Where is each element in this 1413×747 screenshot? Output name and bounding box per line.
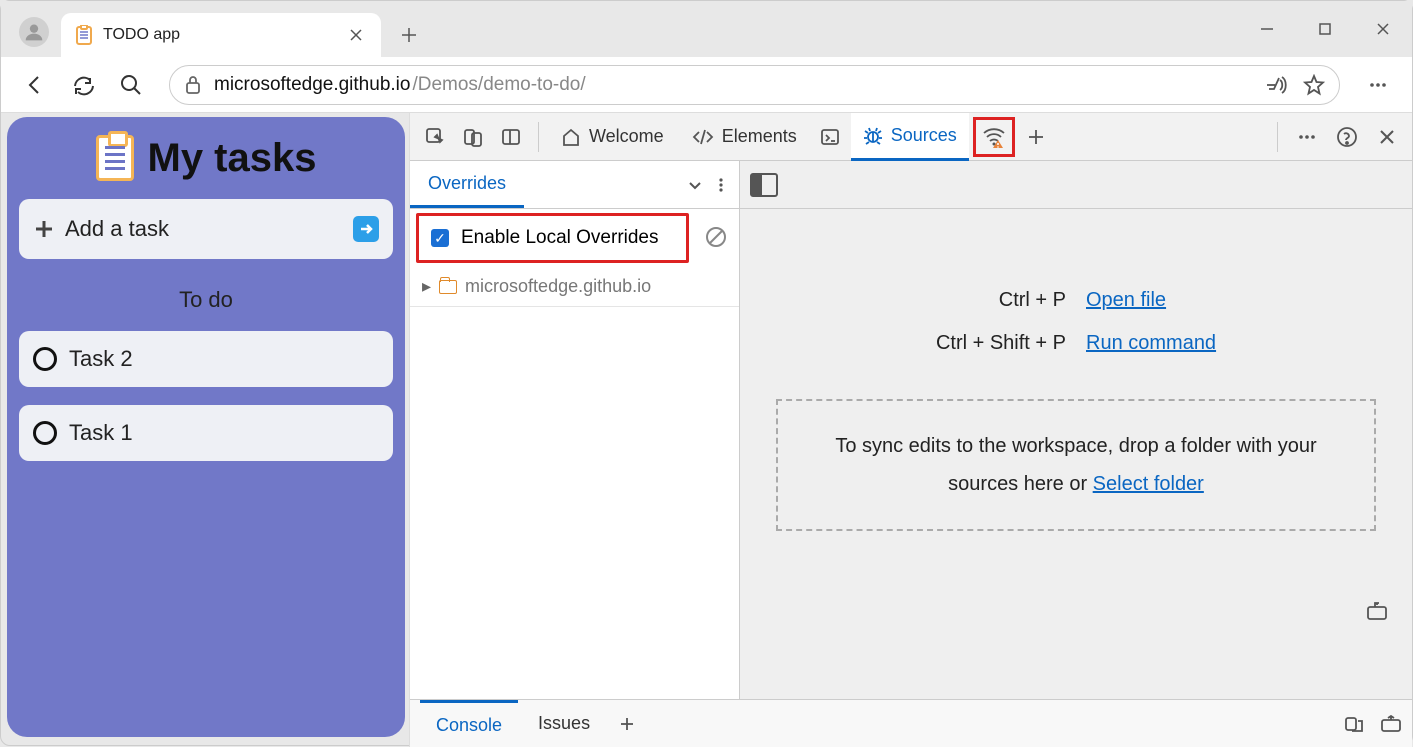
task-label: Task 1 — [69, 420, 133, 446]
browser-titlebar: TODO app — [1, 1, 1412, 57]
kebab-menu-icon[interactable] — [713, 177, 729, 193]
task-item[interactable]: Task 1 — [19, 405, 393, 461]
run-command-shortcut: Ctrl + Shift + P Run command — [911, 332, 1241, 355]
coverage-icon[interactable] — [1366, 601, 1390, 621]
override-domain-row[interactable]: ▸ microsoftedge.github.io — [410, 267, 739, 307]
open-file-link[interactable]: Open file — [1086, 289, 1241, 312]
url-path: /Demos/demo-to-do/ — [412, 74, 585, 96]
sources-editor-pane: Ctrl + P Open file Ctrl + Shift + P Run … — [740, 161, 1412, 699]
tab-elements[interactable]: Elements — [680, 113, 809, 161]
bug-icon — [863, 125, 883, 145]
devtools-more-icon[interactable] — [1290, 120, 1324, 154]
tab-close-icon[interactable] — [345, 24, 367, 46]
section-label: To do — [19, 287, 393, 313]
folder-icon — [439, 280, 457, 294]
more-menu-button[interactable] — [1358, 65, 1398, 105]
drawer-expand-icon[interactable] — [1380, 715, 1402, 733]
address-bar[interactable]: microsoftedge.github.io/Demos/demo-to-do… — [169, 65, 1340, 105]
caret-right-icon: ▸ — [422, 276, 431, 297]
tab-title: TODO app — [103, 26, 335, 44]
open-file-shortcut: Ctrl + P Open file — [911, 289, 1241, 312]
back-button[interactable] — [15, 65, 55, 105]
submit-task-button[interactable] — [353, 216, 379, 242]
window-controls — [1238, 1, 1412, 57]
browser-toolbar: microsoftedge.github.io/Demos/demo-to-do… — [1, 57, 1412, 113]
drawer-tab-console[interactable]: Console — [420, 700, 518, 747]
navigator-tabs: Overrides — [410, 161, 739, 209]
overrides-tab[interactable]: Overrides — [410, 161, 524, 208]
lock-icon — [184, 75, 202, 95]
search-button[interactable] — [111, 65, 151, 105]
devtools-body: Overrides ✓ Enable Local Overrides ▸ — [410, 161, 1412, 699]
code-icon — [692, 127, 714, 147]
content-area: My tasks Add a task To do Task 2 Task 1 … — [1, 113, 1412, 747]
toggle-navigator-icon[interactable] — [750, 173, 778, 197]
chevron-down-icon[interactable] — [687, 177, 703, 193]
clipboard-icon — [75, 25, 93, 45]
clear-overrides-icon[interactable] — [705, 226, 729, 250]
console-shortcut-icon[interactable] — [813, 120, 847, 154]
minimize-button[interactable] — [1238, 9, 1296, 49]
help-icon[interactable] — [1330, 120, 1364, 154]
read-aloud-icon[interactable] — [1265, 74, 1287, 96]
devtools-close-icon[interactable] — [1370, 120, 1404, 154]
favorites-icon[interactable] — [1303, 74, 1325, 96]
new-tab-button[interactable] — [389, 15, 429, 55]
dock-side-icon[interactable] — [494, 120, 528, 154]
clipboard-icon — [96, 135, 134, 181]
todo-header: My tasks — [19, 135, 393, 181]
profile-avatar[interactable] — [19, 17, 49, 47]
overrides-label: Enable Local Overrides — [461, 227, 659, 249]
home-icon — [561, 127, 581, 147]
domain-label: microsoftedge.github.io — [465, 276, 651, 297]
devtools-tabbar: Welcome Elements Sources — [410, 113, 1412, 161]
select-folder-link[interactable]: Select folder — [1093, 473, 1204, 495]
device-toolbar-icon[interactable] — [456, 120, 490, 154]
add-task-input[interactable]: Add a task — [19, 199, 393, 259]
task-item[interactable]: Task 2 — [19, 331, 393, 387]
tab-network-highlighted[interactable] — [973, 117, 1015, 157]
maximize-button[interactable] — [1296, 9, 1354, 49]
editor-toolbar — [740, 161, 1412, 209]
workspace-dropzone[interactable]: To sync edits to the workspace, drop a f… — [776, 399, 1376, 531]
inspect-element-icon[interactable] — [418, 120, 452, 154]
todo-title: My tasks — [148, 136, 317, 181]
task-checkbox[interactable] — [33, 421, 57, 445]
network-warning-icon — [981, 124, 1007, 150]
drawer-tab-issues[interactable]: Issues — [522, 700, 606, 747]
url-host: microsoftedge.github.io — [214, 74, 410, 96]
todo-app: My tasks Add a task To do Task 2 Task 1 — [7, 117, 405, 737]
sources-navigator: Overrides ✓ Enable Local Overrides ▸ — [410, 161, 740, 699]
overrides-checkbox[interactable]: ✓ — [431, 229, 449, 247]
add-tab-button[interactable] — [1019, 120, 1053, 154]
add-task-placeholder: Add a task — [65, 216, 169, 242]
drawer-link-icon[interactable] — [1344, 715, 1366, 733]
devtools-drawer: Console Issues — [410, 699, 1412, 747]
window-close-button[interactable] — [1354, 9, 1412, 49]
task-checkbox[interactable] — [33, 347, 57, 371]
enable-local-overrides-row[interactable]: ✓ Enable Local Overrides — [416, 213, 689, 263]
drawer-add-tab[interactable] — [610, 716, 644, 732]
devtools-panel: Welcome Elements Sources — [409, 113, 1412, 747]
refresh-button[interactable] — [63, 65, 103, 105]
tab-sources[interactable]: Sources — [851, 113, 969, 161]
tab-welcome[interactable]: Welcome — [549, 113, 676, 161]
run-command-link[interactable]: Run command — [1086, 332, 1241, 355]
browser-tab[interactable]: TODO app — [61, 13, 381, 57]
task-label: Task 2 — [69, 346, 133, 372]
plus-icon — [33, 218, 55, 240]
